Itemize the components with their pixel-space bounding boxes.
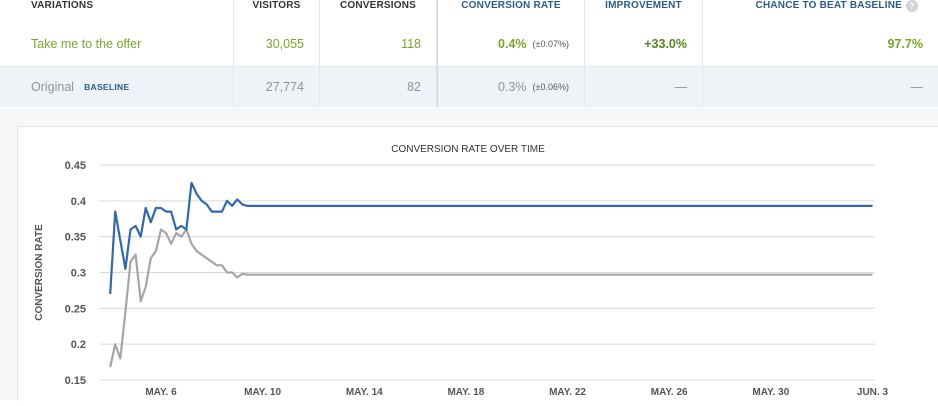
- x-tick-label: MAY. 6: [145, 387, 177, 398]
- y-tick-label: 0.35: [65, 232, 86, 244]
- header-chance-to-beat[interactable]: CHANCE TO BEAT BASELINE?: [703, 0, 938, 22]
- baseline-conversions: 82: [320, 67, 437, 107]
- help-icon[interactable]: ?: [906, 0, 918, 12]
- x-tick-label: MAY. 14: [346, 387, 383, 398]
- header-variations[interactable]: VARIATIONS: [0, 0, 234, 22]
- baseline-name-label: Original: [31, 80, 75, 94]
- baseline-badge: BASELINE: [84, 82, 130, 92]
- chart-title: CONVERSION RATE OVER TIME: [391, 144, 545, 155]
- chart-grid: [100, 164, 875, 381]
- y-tick-label: 0.3: [71, 268, 86, 280]
- variation-improvement: +33.0%: [585, 22, 703, 66]
- x-tick-label: MAY. 26: [651, 387, 688, 398]
- baseline-name[interactable]: Original BASELINE: [0, 67, 234, 107]
- header-visitors[interactable]: VISITORS: [234, 0, 320, 22]
- x-tick-label: MAY. 18: [447, 387, 484, 398]
- table-row: Take me to the offer 30,055 118 0.4% (±0.…: [0, 22, 938, 67]
- y-tick-label: 0.45: [65, 160, 86, 172]
- header-improvement[interactable]: IMPROVEMENT: [585, 0, 703, 22]
- chart-y-axis-label: CONVERSION RATE: [34, 224, 45, 321]
- variation-visitors: 30,055: [234, 22, 320, 66]
- results-table: VARIATIONS VISITORS CONVERSIONS CONVERSI…: [0, 0, 938, 109]
- baseline-conversion-rate-value: 0.3%: [498, 80, 527, 94]
- x-tick-label: MAY. 30: [752, 387, 789, 398]
- header-conversions[interactable]: CONVERSIONS: [320, 0, 437, 22]
- table-header-row: VARIATIONS VISITORS CONVERSIONS CONVERSI…: [0, 0, 938, 23]
- chart-y-ticks: 0.15 0.2 0.25 0.3 0.35 0.4 0.45: [65, 160, 87, 387]
- y-tick-label: 0.2: [71, 339, 86, 351]
- chart-x-ticks: MAY. 6 MAY. 10 MAY. 14 MAY. 18 MAY. 22 MAY. 2…: [145, 387, 888, 398]
- x-tick-label: MAY. 22: [549, 387, 586, 398]
- baseline-chance-to-beat: —: [910, 80, 924, 94]
- variation-conversions: 118: [320, 22, 437, 66]
- header-conversion-rate[interactable]: CONVERSION RATE: [437, 0, 585, 22]
- variation-conversion-rate: 0.4% (±0.07%): [437, 22, 585, 66]
- table-row: Original BASELINE 27,774 82 0.3% (±0.06%) …: [0, 67, 938, 107]
- header-chance-to-beat-label: CHANCE TO BEAT BASELINE: [755, 0, 902, 11]
- conversion-rate-chart: CONVERSION RATE OVER TIME CONVERSION RAT…: [34, 144, 888, 398]
- baseline-series-line: [109, 228, 873, 368]
- variation-series-line: [109, 181, 873, 295]
- chart-card: CONVERSION RATE OVER TIME CONVERSION RAT…: [17, 126, 938, 401]
- baseline-conversion-rate: 0.3% (±0.06%): [437, 67, 585, 107]
- y-tick-label: 0.25: [65, 303, 86, 315]
- baseline-visitors: 27,774: [234, 67, 320, 107]
- x-tick-label: JUN. 3: [857, 387, 889, 398]
- variation-conversion-rate-value: 0.4%: [498, 37, 527, 51]
- variation-conversion-rate-ci: (±0.07%): [532, 39, 569, 49]
- variation-chance-to-beat: 97.7%: [887, 37, 923, 51]
- y-tick-label: 0.4: [71, 196, 87, 208]
- chart-area: CONVERSION RATE OVER TIME CONVERSION RAT…: [0, 108, 938, 401]
- baseline-conversion-rate-ci: (±0.06%): [532, 82, 569, 92]
- y-tick-label: 0.15: [65, 375, 86, 387]
- chart-series: [109, 181, 873, 368]
- variation-name[interactable]: Take me to the offer: [0, 22, 234, 66]
- baseline-improvement: —: [585, 67, 703, 107]
- x-tick-label: MAY. 10: [244, 387, 281, 398]
